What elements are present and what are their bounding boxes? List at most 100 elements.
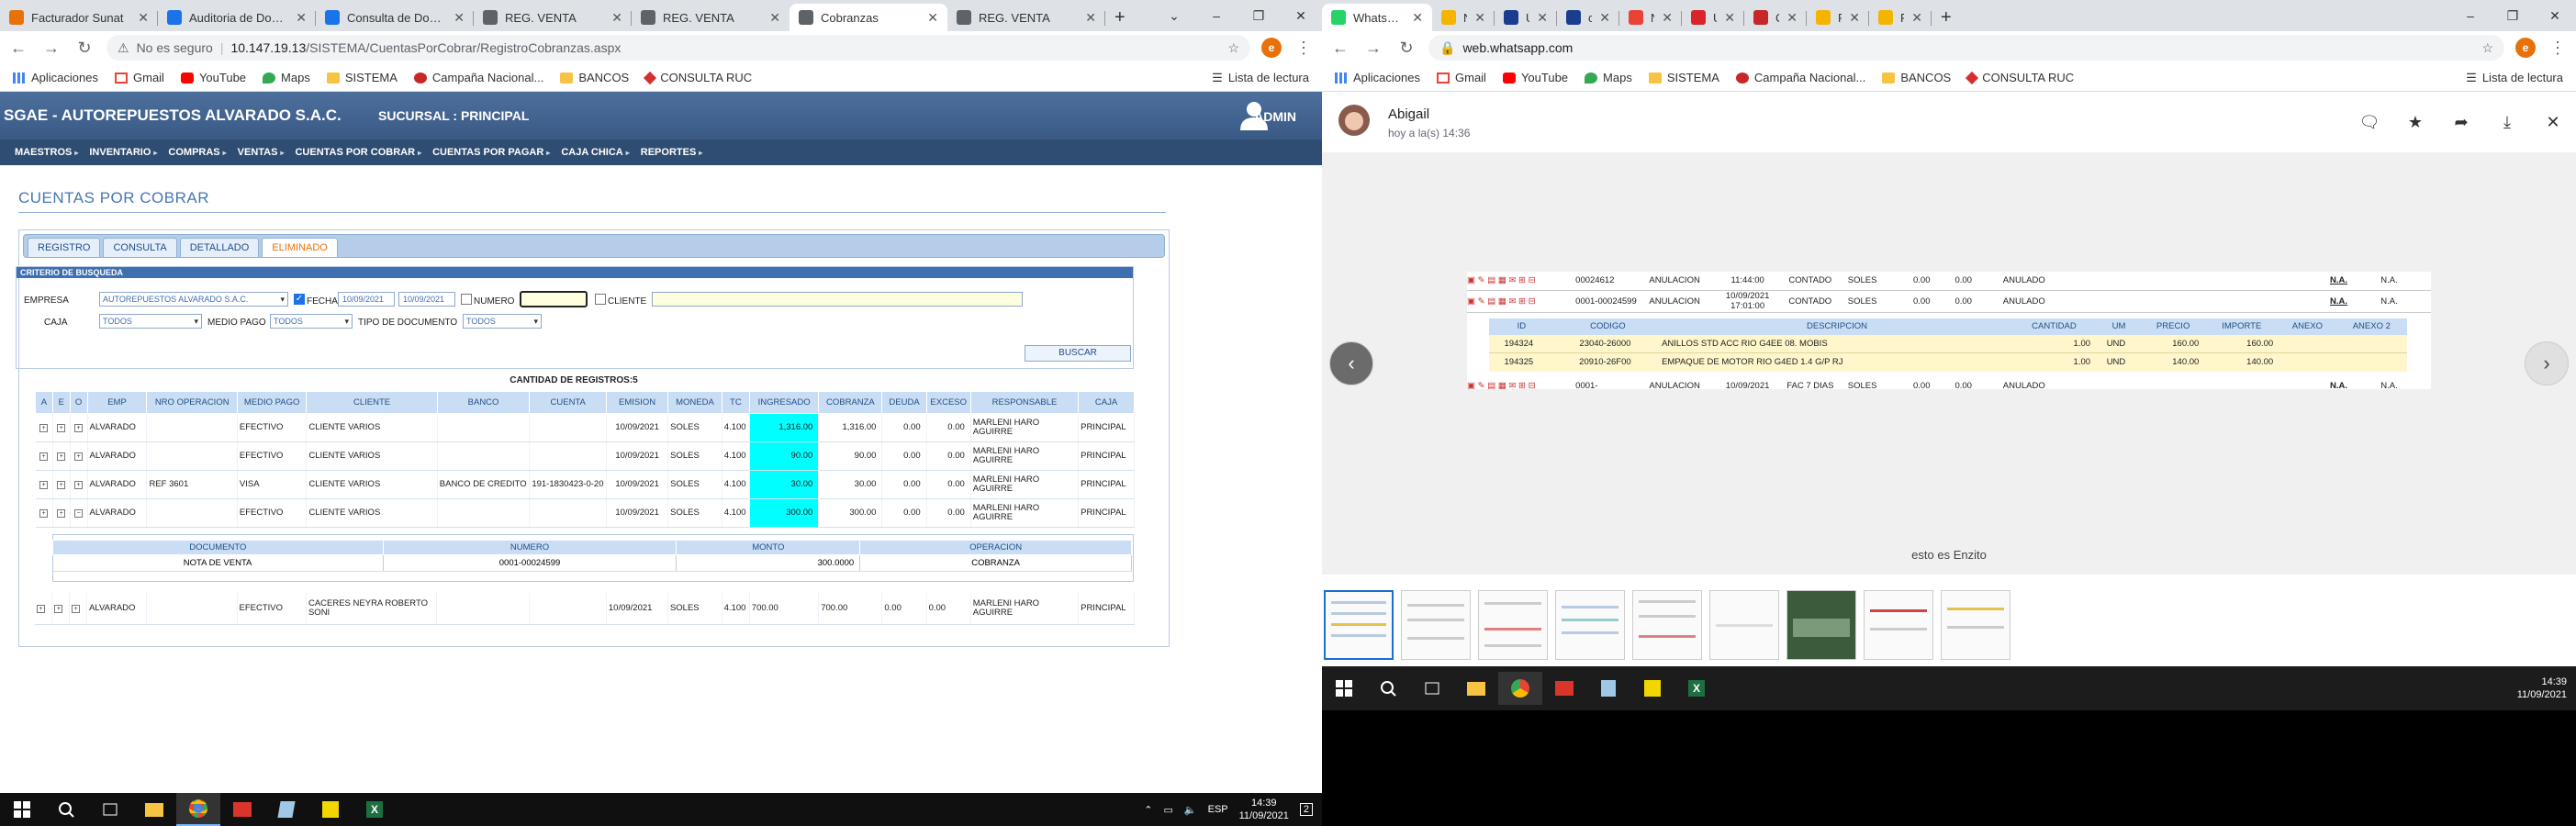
- edit-plus-icon[interactable]: +: [57, 452, 66, 461]
- menu-ventas[interactable]: VENTAS: [232, 147, 290, 158]
- chrome-icon[interactable]: [176, 793, 220, 826]
- column-header-medio-pago[interactable]: MEDIO PAGO: [236, 391, 308, 414]
- close-tab-icon[interactable]: ✕: [138, 10, 149, 26]
- table-row[interactable]: + + + ALVARADO EFECTIVO CLIENTE VARIOS 10/09/2…: [35, 441, 1135, 471]
- star-icon[interactable]: ☆: [1227, 40, 1239, 56]
- expand-plus-icon[interactable]: +: [74, 424, 84, 432]
- close-tab-icon[interactable]: ✕: [1474, 10, 1485, 26]
- table-row[interactable]: + + + ALVARADO EFECTIVO CACERES NEYRA ROBERTO…: [35, 593, 1135, 625]
- left-browser-tab[interactable]: Auditoria de Docum ✕: [158, 4, 316, 31]
- column-header-ingresado[interactable]: INGRESADO: [748, 391, 820, 414]
- address-bar[interactable]: ⚠ No es seguro | 10.147.19.13/SISTEMA/Cu…: [106, 35, 1250, 61]
- right-browser-tab[interactable]: Noticias de ✕: [1432, 4, 1495, 31]
- bookmark-gmail[interactable]: Gmail: [115, 71, 164, 84]
- maximize-button[interactable]: ❐: [2492, 0, 2534, 31]
- numero-checkbox[interactable]: [461, 294, 472, 305]
- app-icon[interactable]: [264, 793, 308, 826]
- menu-icon[interactable]: ⋮: [1293, 39, 1315, 58]
- excel-icon[interactable]: X: [353, 793, 397, 826]
- fecha-to-input[interactable]: 10/09/2021: [398, 292, 455, 307]
- tab-consulta[interactable]: CONSULTA: [103, 238, 177, 257]
- chrome-icon[interactable]: [1498, 672, 1542, 705]
- maximize-button[interactable]: ❐: [1238, 0, 1280, 31]
- expand-plus-icon[interactable]: +: [72, 604, 81, 613]
- notification-icon[interactable]: 2: [1299, 803, 1313, 816]
- anydesk-icon[interactable]: [220, 793, 264, 826]
- close-tab-icon[interactable]: ✕: [1599, 10, 1610, 26]
- action-plus-icon[interactable]: +: [39, 424, 49, 432]
- language-indicator[interactable]: ESP: [1208, 804, 1228, 815]
- column-header-banco[interactable]: BANCO: [436, 391, 531, 414]
- download-icon[interactable]: ⤓: [2493, 110, 2521, 134]
- column-header-cuenta[interactable]: CUENTA: [529, 391, 608, 414]
- menu-inventario[interactable]: INVENTARIO: [84, 147, 162, 158]
- file-explorer-icon[interactable]: [1454, 672, 1498, 705]
- minimize-button[interactable]: –: [2449, 0, 2492, 31]
- close-tab-icon[interactable]: ✕: [454, 10, 465, 26]
- close-window-button[interactable]: ✕: [2534, 0, 2576, 31]
- menu-caja-chica[interactable]: CAJA CHICA: [555, 147, 634, 158]
- thumbnail[interactable]: [1632, 590, 1702, 660]
- thumbnail[interactable]: [1941, 590, 2010, 660]
- forward-icon[interactable]: ➦: [2447, 110, 2475, 134]
- bookmark-campana[interactable]: Campaña Nacional...: [1735, 71, 1865, 84]
- right-browser-tab[interactable]: Pedro Cast ✕: [1869, 4, 1932, 31]
- search-icon[interactable]: [1366, 672, 1410, 705]
- close-tab-icon[interactable]: ✕: [1786, 10, 1798, 26]
- action-plus-icon[interactable]: +: [39, 481, 49, 489]
- left-browser-tab[interactable]: REG. VENTA ✕: [474, 4, 632, 31]
- close-tab-icon[interactable]: ✕: [1724, 10, 1735, 26]
- fecha-from-input[interactable]: 10/09/2021: [338, 292, 395, 307]
- right-browser-tab[interactable]: WhatsApp ✕: [1322, 4, 1432, 31]
- table-row[interactable]: + + + ALVARADO EFECTIVO CLIENTE VARIOS 10/09/2…: [35, 413, 1135, 442]
- bookmark-apps[interactable]: Aplicaciones: [1335, 71, 1420, 84]
- close-tab-icon[interactable]: ✕: [611, 10, 622, 26]
- contact-avatar[interactable]: [1338, 105, 1370, 136]
- bookmark-gmail[interactable]: Gmail: [1437, 71, 1486, 84]
- excel-icon[interactable]: X: [1674, 672, 1719, 705]
- right-browser-tab[interactable]: covid-19 | ✕: [1557, 4, 1619, 31]
- action-plus-icon[interactable]: +: [37, 604, 45, 613]
- column-header-emision[interactable]: EMISION: [606, 391, 669, 414]
- sticky-notes-icon[interactable]: [1630, 672, 1674, 705]
- left-browser-tab[interactable]: Consulta de Docum ✕: [316, 4, 474, 31]
- empresa-select[interactable]: AUTOREPUESTOS ALVARADO S.A.C.: [99, 292, 288, 307]
- expand-plus-icon[interactable]: +: [74, 452, 84, 461]
- column-header-moneda[interactable]: MONEDA: [667, 391, 722, 414]
- shared-image[interactable]: ▣ ✎ ▤ ▦ ✉ ⊞ ⊟ 00024612 ANULACION 11:44:0…: [1467, 272, 2431, 389]
- bookmark-consulta-ruc[interactable]: CONSULTA RUC: [644, 71, 752, 84]
- back-icon[interactable]: ←: [1329, 39, 1351, 58]
- clock[interactable]: 14:39 11/09/2021: [2517, 675, 2576, 701]
- sticky-notes-icon[interactable]: [308, 793, 353, 826]
- task-view-icon[interactable]: [1410, 672, 1454, 705]
- bookmark-maps[interactable]: Maps: [263, 71, 310, 84]
- action-plus-icon[interactable]: +: [39, 509, 49, 518]
- task-view-icon[interactable]: [88, 793, 132, 826]
- network-icon[interactable]: ▭: [1164, 804, 1173, 816]
- column-header-cliente[interactable]: CLIENTE: [306, 391, 438, 414]
- reload-icon[interactable]: ↻: [1395, 39, 1417, 58]
- thumbnail[interactable]: [1555, 590, 1625, 660]
- bookmark-youtube[interactable]: YouTube: [1502, 71, 1568, 84]
- star-icon[interactable]: ☆: [2481, 40, 2493, 56]
- column-header-caja[interactable]: CAJA: [1078, 391, 1135, 414]
- file-explorer-icon[interactable]: [132, 793, 176, 826]
- buscar-button[interactable]: BUSCAR: [1025, 345, 1131, 362]
- edit-plus-icon[interactable]: +: [57, 481, 66, 489]
- windows-start-icon[interactable]: [1322, 672, 1366, 705]
- caja-select[interactable]: TODOS: [99, 314, 202, 329]
- left-browser-tab[interactable]: REG. VENTA ✕: [947, 4, 1105, 31]
- edit-plus-icon[interactable]: +: [57, 424, 66, 432]
- menu-cuentas-por-pagar[interactable]: CUENTAS POR PAGAR: [427, 147, 555, 158]
- numero-input[interactable]: [520, 291, 588, 307]
- user-name[interactable]: ADMIN: [1254, 109, 1296, 124]
- anydesk-icon[interactable]: [1542, 672, 1586, 705]
- chevron-up-icon[interactable]: ⌃: [1144, 804, 1152, 816]
- column-header-nro-operacion[interactable]: NRO OPERACION: [146, 391, 238, 414]
- column-header-cobranza[interactable]: COBRANZA: [818, 391, 883, 414]
- edit-plus-icon[interactable]: +: [54, 604, 63, 613]
- close-tab-icon[interactable]: ✕: [1537, 10, 1548, 26]
- close-tab-icon[interactable]: ✕: [1662, 10, 1673, 26]
- menu-icon[interactable]: ⋮: [2547, 39, 2569, 58]
- address-bar[interactable]: 🔒 web.whatsapp.com ☆: [1428, 35, 2504, 61]
